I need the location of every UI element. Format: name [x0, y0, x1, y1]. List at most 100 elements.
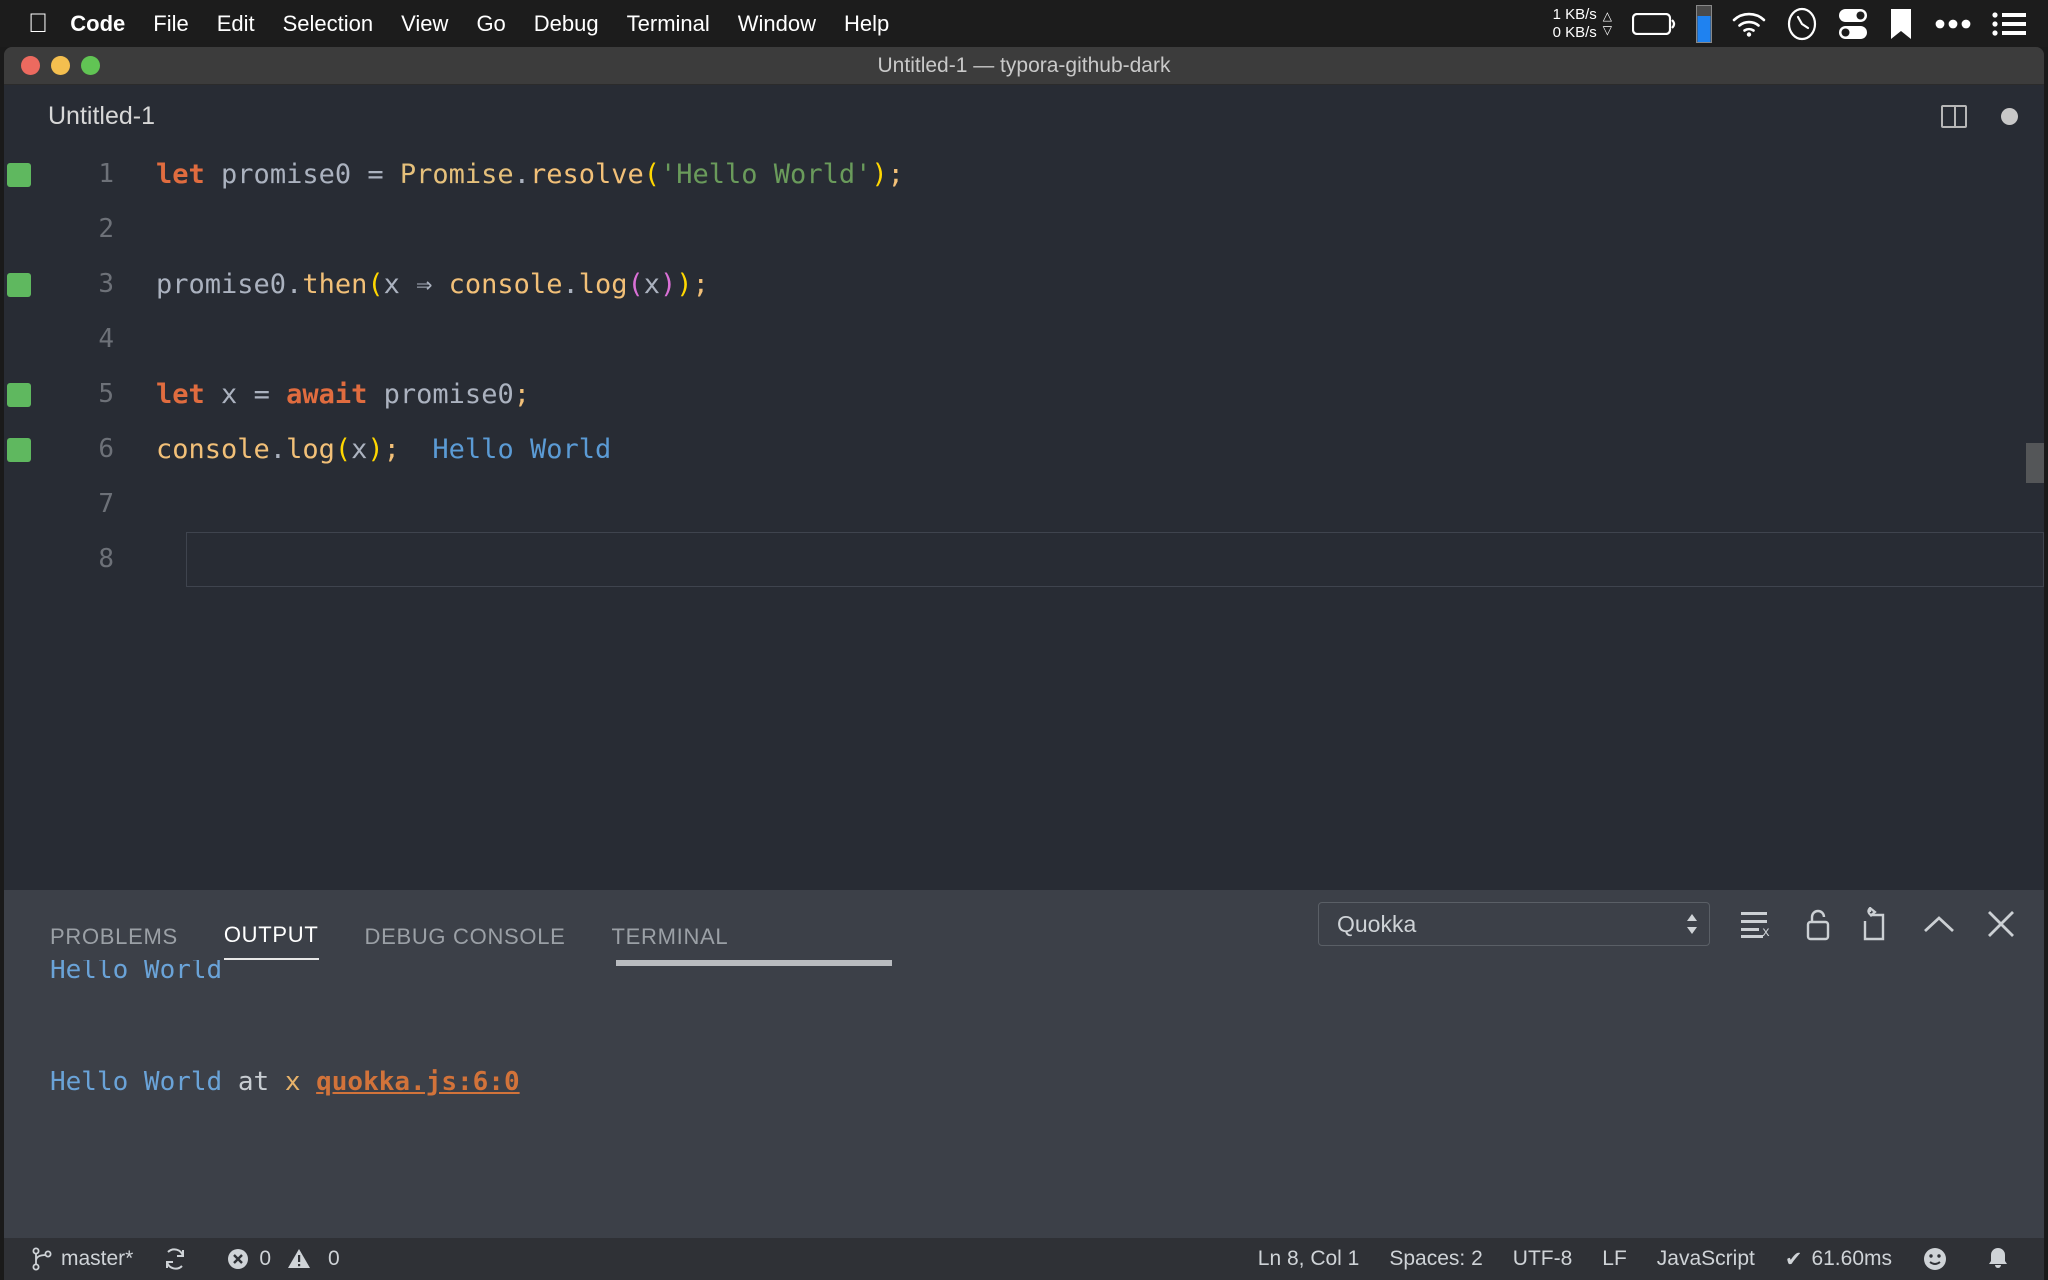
vscode-window: Untitled-1 — typora-github-dark Untitled… [4, 47, 2044, 1280]
list-menu-icon[interactable] [1992, 11, 2026, 37]
panel-actions: Quokka x [1318, 902, 2016, 946]
bottom-panel: PROBLEMS OUTPUT DEBUG CONSOLE TERMINAL Q… [4, 890, 2044, 1238]
editor-area: Untitled-1 1let promise0 = Promise.resol… [4, 85, 2044, 890]
editor-scrollbar-thumb[interactable] [2026, 443, 2044, 483]
panel-tab-output[interactable]: OUTPUT [224, 922, 319, 960]
panel-tab-terminal[interactable]: TERMINAL [612, 924, 729, 960]
line-number: 1 [34, 147, 114, 202]
output-line [50, 998, 2044, 1054]
menu-item-file[interactable]: File [153, 11, 188, 37]
quokka-executed-marker-icon [7, 383, 31, 407]
panel-tab-problems[interactable]: PROBLEMS [50, 924, 178, 960]
line-number: 3 [34, 257, 114, 312]
code-lines: 1let promise0 = Promise.resolve('Hello W… [4, 147, 2044, 587]
output-line: Hello World [50, 960, 2044, 998]
menu-bar-status-tray: 1 KB/s 0 KB/s △ ▽ [1553, 5, 2048, 43]
output-line: Hello World at x quokka.js:6:0 [50, 1054, 2044, 1110]
svg-text:x: x [1762, 925, 1770, 939]
output-text: Hello World [50, 1067, 222, 1097]
status-branch[interactable]: master* [32, 1247, 133, 1271]
line-number: 2 [34, 202, 114, 257]
source-control-branch-icon [32, 1247, 52, 1271]
status-cursor-position[interactable]: Ln 8, Col 1 [1258, 1247, 1360, 1271]
code-line[interactable]: 1let promise0 = Promise.resolve('Hello W… [4, 147, 2044, 202]
battery-level-indicator-icon[interactable] [1696, 5, 1712, 43]
ellipsis-icon[interactable] [1934, 18, 1972, 30]
open-in-editor-icon[interactable] [1862, 907, 1892, 941]
code-line[interactable]: 5let x = await promise0; [4, 367, 2044, 422]
menu-item-debug[interactable]: Debug [534, 11, 599, 37]
select-spinner-icon [1685, 912, 1699, 936]
panel-scrollbar-thumb[interactable] [616, 960, 892, 966]
smiley-icon [1922, 1246, 1948, 1272]
menu-item-view[interactable]: View [401, 11, 448, 37]
toggles-icon[interactable] [1838, 8, 1868, 40]
menu-item-terminal[interactable]: Terminal [627, 11, 710, 37]
line-number: 4 [34, 312, 114, 367]
macos-menu-bar:  Code File Edit Selection View Go Debug… [0, 0, 2048, 47]
status-indentation[interactable]: Spaces: 2 [1389, 1247, 1482, 1271]
menu-item-code[interactable]: Code [70, 11, 125, 37]
status-sync-button[interactable] [163, 1247, 196, 1271]
output-panel-body[interactable]: Hello World Hello World at x quokka.js:6… [4, 960, 2044, 1238]
output-text [300, 1067, 316, 1097]
status-feedback-button[interactable] [1922, 1246, 1957, 1272]
split-editor-icon[interactable] [1941, 105, 1967, 128]
status-notifications-button[interactable] [1987, 1246, 2018, 1272]
editor-tab-untitled-1[interactable]: Untitled-1 [4, 85, 185, 147]
close-icon[interactable] [1986, 909, 2016, 939]
status-language-mode[interactable]: JavaScript [1657, 1247, 1755, 1271]
status-error-count: 0 [259, 1247, 271, 1271]
bell-icon [1987, 1246, 2009, 1272]
status-eol[interactable]: LF [1602, 1247, 1627, 1271]
window-title-bar: Untitled-1 — typora-github-dark [4, 47, 2044, 85]
menu-item-selection[interactable]: Selection [283, 11, 374, 37]
bookmark-icon[interactable] [1888, 8, 1914, 40]
output-channel-select[interactable]: Quokka [1318, 902, 1710, 946]
time-machine-icon[interactable] [1786, 7, 1818, 41]
network-speed-indicator[interactable]: 1 KB/s 0 KB/s △ ▽ [1553, 6, 1612, 41]
apple-logo-icon[interactable]:  [28, 10, 48, 37]
code-line[interactable]: 6console.log(x); Hello World [4, 422, 2044, 477]
status-quokka-time[interactable]: ✔ 61.60ms [1785, 1247, 1892, 1272]
check-icon: ✔ [1785, 1247, 1803, 1272]
panel-tab-debug-console[interactable]: DEBUG CONSOLE [365, 924, 566, 960]
quokka-executed-marker-icon [7, 163, 31, 187]
network-download-speed: 0 KB/s [1553, 24, 1597, 41]
output-source-link[interactable]: quokka.js:6:0 [316, 1067, 520, 1097]
code-line-text: promise0.then(x ⇒ console.log(x)); [156, 257, 709, 312]
editor-tab-label: Untitled-1 [48, 102, 155, 131]
triangle-up-icon: △ [1603, 10, 1612, 24]
chevron-up-icon[interactable] [1922, 913, 1956, 935]
output-text: at [222, 1067, 285, 1097]
line-number: 8 [34, 532, 114, 587]
line-number: 5 [34, 367, 114, 422]
menu-item-window[interactable]: Window [738, 11, 816, 37]
unlock-scroll-icon[interactable] [1804, 907, 1832, 941]
error-icon [226, 1247, 250, 1271]
status-problems[interactable]: 0 0 [226, 1247, 339, 1271]
code-line[interactable]: 7 [4, 477, 2044, 532]
output-lines: Hello World Hello World at x quokka.js:6… [4, 960, 2044, 1110]
code-line[interactable]: 8 [4, 532, 2044, 587]
clear-output-icon[interactable]: x [1740, 909, 1774, 939]
sync-icon [163, 1247, 187, 1271]
code-line[interactable]: 2 [4, 202, 2044, 257]
unsaved-dot-icon[interactable] [2001, 108, 2018, 125]
menu-item-help[interactable]: Help [844, 11, 889, 37]
quokka-gutter-marker [4, 273, 34, 297]
code-line[interactable]: 4 [4, 312, 2044, 367]
code-line[interactable]: 3 promise0.then(x ⇒ console.log(x)); [4, 257, 2044, 312]
code-editor[interactable]: 1let promise0 = Promise.resolve('Hello W… [4, 147, 2044, 587]
status-warning-count: 0 [328, 1247, 340, 1271]
status-encoding[interactable]: UTF-8 [1513, 1247, 1573, 1271]
network-upload-speed: 1 KB/s [1553, 6, 1597, 23]
quokka-gutter-marker [4, 383, 34, 407]
panel-header: PROBLEMS OUTPUT DEBUG CONSOLE TERMINAL Q… [4, 890, 2044, 960]
warning-icon [287, 1247, 311, 1271]
wifi-icon[interactable] [1732, 11, 1766, 37]
menu-item-edit[interactable]: Edit [217, 11, 255, 37]
menu-item-go[interactable]: Go [476, 11, 505, 37]
quokka-executed-marker-icon [7, 438, 31, 462]
battery-icon[interactable] [1632, 13, 1676, 35]
